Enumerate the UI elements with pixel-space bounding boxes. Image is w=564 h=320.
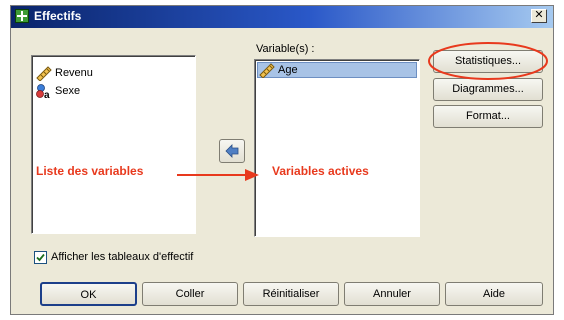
ruler-scale-icon bbox=[36, 66, 52, 81]
annotation-active-list: Variables actives bbox=[272, 164, 369, 178]
spss-app-icon bbox=[15, 9, 29, 23]
source-variable-list[interactable]: Revenu a Sexe bbox=[31, 55, 196, 234]
annotation-arrow bbox=[177, 169, 259, 181]
move-variable-button[interactable] bbox=[219, 139, 245, 163]
format-button[interactable]: Format... bbox=[433, 105, 543, 128]
dialog-window: Effectifs ✕ Revenu a Sexe Variable(s): … bbox=[10, 5, 554, 315]
cancel-button[interactable]: Annuler bbox=[344, 282, 440, 306]
show-frequency-tables-label: Afficher les tableaux d'effectif bbox=[51, 251, 194, 263]
list-item-label: Age bbox=[278, 64, 298, 76]
reset-button[interactable]: Réinitialiser bbox=[243, 282, 339, 306]
target-list-label: Variable(s) : bbox=[256, 43, 315, 55]
highlight-circle bbox=[428, 42, 548, 80]
annotation-source-list: Liste des variables bbox=[36, 164, 144, 178]
title-bar[interactable]: Effectifs ✕ bbox=[11, 6, 553, 28]
arrow-left-icon bbox=[225, 144, 239, 158]
checkmark-icon bbox=[36, 253, 45, 262]
ok-button[interactable]: OK bbox=[40, 282, 137, 306]
ruler-scale-icon bbox=[259, 63, 275, 78]
window-title: Effectifs bbox=[34, 9, 82, 23]
nominal-variable-icon: a bbox=[36, 84, 50, 99]
target-variable-list[interactable]: Age bbox=[254, 59, 420, 237]
show-frequency-tables-checkbox[interactable] bbox=[34, 251, 47, 264]
close-button[interactable]: ✕ bbox=[531, 9, 547, 23]
list-item-label: Revenu bbox=[55, 67, 93, 79]
paste-button[interactable]: Coller bbox=[142, 282, 238, 306]
help-button[interactable]: Aide bbox=[445, 282, 543, 306]
svg-text:a: a bbox=[44, 90, 50, 99]
list-item-label: Sexe bbox=[55, 85, 81, 97]
